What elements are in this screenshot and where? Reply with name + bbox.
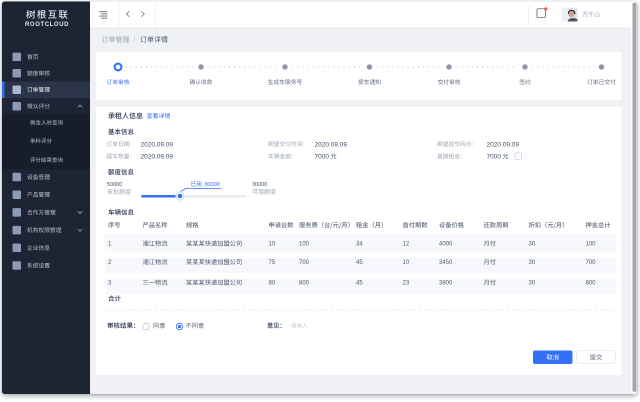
svg-text:12: 12 <box>403 242 410 248</box>
svg-text:10: 10 <box>403 260 410 266</box>
svg-text:23: 23 <box>403 281 410 287</box>
svg-text:3800: 3800 <box>439 281 453 287</box>
svg-text:30000: 30000 <box>204 182 220 188</box>
svg-text:7000: 7000 <box>487 154 502 161</box>
svg-text:50000: 50000 <box>107 182 122 188</box>
svg-text:100: 100 <box>299 242 310 248</box>
svg-text:34: 34 <box>356 242 363 248</box>
svg-text:30000: 30000 <box>252 182 267 188</box>
svg-text:3450: 3450 <box>439 260 453 266</box>
svg-text:/: / <box>134 38 136 44</box>
svg-text:30: 30 <box>529 281 536 287</box>
svg-text:2020.09.09: 2020.09.09 <box>141 141 174 148</box>
svg-text:1: 1 <box>108 242 112 248</box>
svg-text:700: 700 <box>586 260 597 266</box>
svg-text:ROOTCLOUD: ROOTCLOUD <box>25 22 69 28</box>
svg-text:700: 700 <box>299 260 310 266</box>
svg-text:800: 800 <box>586 281 597 287</box>
svg-text:7000: 7000 <box>315 154 330 161</box>
svg-text:100: 100 <box>586 242 597 248</box>
svg-text:30: 30 <box>529 260 536 266</box>
svg-text:2020.09.09: 2020.09.09 <box>141 154 174 161</box>
svg-text:75: 75 <box>269 260 276 266</box>
svg-text:10: 10 <box>269 242 276 248</box>
svg-text:2: 2 <box>108 260 112 266</box>
svg-text:800: 800 <box>299 281 310 287</box>
svg-text:30: 30 <box>529 242 536 248</box>
svg-text:2020.09.09: 2020.09.09 <box>315 141 348 148</box>
svg-text:45: 45 <box>356 281 363 287</box>
svg-text:3: 3 <box>108 281 112 287</box>
svg-text:4000: 4000 <box>439 242 453 248</box>
svg-text:2020.09.09: 2020.09.09 <box>487 141 520 148</box>
svg-text:45: 45 <box>356 260 363 266</box>
svg-text:80: 80 <box>269 281 276 287</box>
